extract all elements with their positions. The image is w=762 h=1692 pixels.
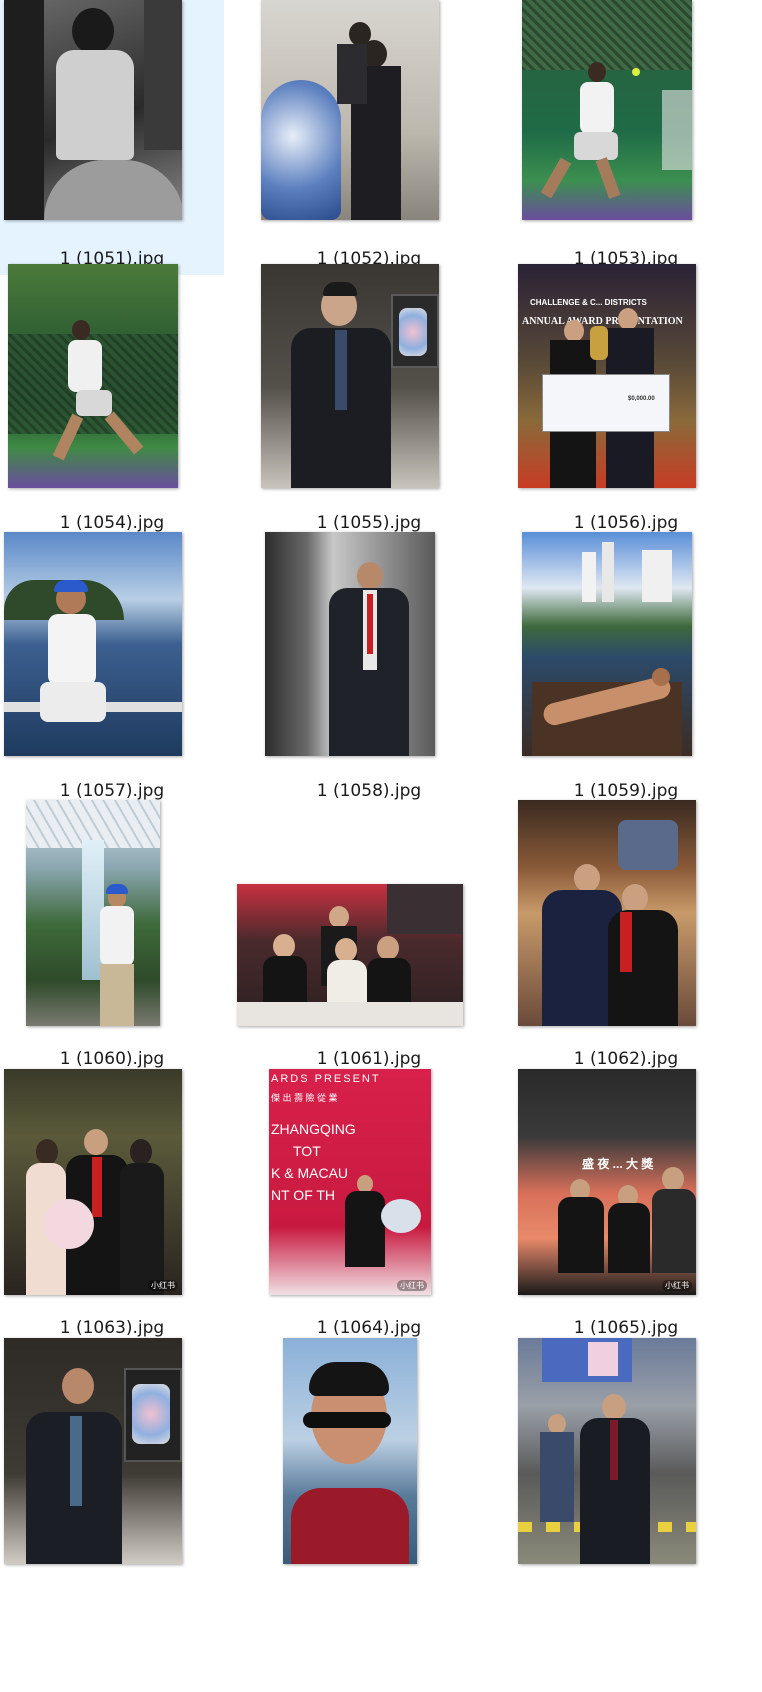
file-name: 1 (1059).jpg (573, 781, 679, 801)
file-tile[interactable]: 1 (1061).jpg (237, 800, 481, 1075)
stage-text: NT OF TH (271, 1187, 336, 1203)
file-name: 1 (1065).jpg (573, 1318, 679, 1338)
file-name: 1 (1056).jpg (573, 513, 679, 533)
file-tile[interactable]: 1 (1059).jpg (514, 532, 738, 807)
thumbnail-image (522, 0, 692, 220)
file-name: 1 (1055).jpg (316, 513, 422, 533)
file-name: 1 (1058).jpg (316, 781, 422, 801)
file-tile[interactable]: 1 (1062).jpg (514, 800, 738, 1075)
file-tile[interactable]: 1 (1058).jpg (257, 532, 481, 807)
file-tile[interactable]: 1 (1055).jpg (257, 264, 481, 539)
thumbnail-image (518, 800, 696, 1026)
stage-text: ARDS PRESENT (271, 1073, 381, 1085)
stage-text: TOT (293, 1143, 321, 1159)
thumbnail-image (4, 1338, 182, 1564)
thumbnail-image (265, 532, 435, 756)
thumbnail-image: 小红书 (4, 1069, 182, 1295)
thumbnail-image (261, 0, 439, 220)
file-name: 1 (1060).jpg (59, 1049, 165, 1069)
file-tile[interactable]: 1 (1051).jpg (0, 0, 224, 275)
file-tile[interactable]: 1 (1052).jpg (257, 0, 481, 275)
thumbnail-image (261, 264, 439, 488)
file-tile[interactable]: 1 (1060).jpg (0, 800, 224, 1075)
thumbnail-image: ARDS PRESENT 傑 出 壽 險 從 業 ZHANGQING TOT K… (269, 1069, 431, 1295)
file-tile[interactable]: 盛 夜 ... 大 獎 小红书 1 (1065).jpg (514, 1069, 738, 1344)
cheque-amount: $0,000.00 (628, 396, 655, 402)
file-name: 1 (1054).jpg (59, 513, 165, 533)
stage-text: 傑 出 壽 險 從 業 (271, 1093, 338, 1103)
file-tile[interactable] (0, 1338, 224, 1613)
thumbnail-image: 盛 夜 ... 大 獎 小红书 (518, 1069, 696, 1295)
watermark: 小红书 (148, 1280, 178, 1291)
thumbnail-image (237, 884, 463, 1026)
file-tile[interactable]: 1 (1057).jpg (0, 532, 224, 807)
watermark: 小红书 (662, 1280, 692, 1291)
stage-text: ZHANGQING (271, 1121, 356, 1137)
file-name: 1 (1063).jpg (59, 1318, 165, 1338)
file-name: 1 (1061).jpg (316, 1049, 422, 1069)
file-tile[interactable]: 1 (1054).jpg (0, 264, 224, 539)
stage-text: K & MACAU (271, 1165, 349, 1181)
file-name: 1 (1062).jpg (573, 1049, 679, 1069)
file-name: 1 (1064).jpg (316, 1318, 422, 1338)
file-tile[interactable] (257, 1338, 481, 1613)
thumbnail-image (518, 1338, 696, 1564)
file-tile[interactable]: 1 (1053).jpg (514, 0, 738, 275)
watermark: 小红书 (397, 1280, 427, 1291)
file-name: 1 (1057).jpg (59, 781, 165, 801)
thumbnail-image (4, 532, 182, 756)
file-tile[interactable] (514, 1338, 738, 1613)
file-tile[interactable]: 小红书 1 (1063).jpg (0, 1069, 224, 1344)
thumbnail-image (522, 532, 692, 756)
thumbnail-image (283, 1338, 417, 1564)
file-tile[interactable]: CHALLENGE & C... DISTRICTS ANNUAL AWARD … (514, 264, 738, 539)
file-thumbnail-grid: 1 (1051).jpg 1 (1052).jpg 1 (1053).jpg 1… (0, 0, 762, 1692)
thumbnail-image (26, 800, 160, 1026)
thumbnail-image (4, 0, 182, 220)
screen-text: 盛 夜 ... 大 獎 (582, 1157, 654, 1171)
file-tile[interactable]: ARDS PRESENT 傑 出 壽 險 從 業 ZHANGQING TOT K… (257, 1069, 481, 1344)
thumbnail-image (8, 264, 178, 488)
thumbnail-image: CHALLENGE & C... DISTRICTS ANNUAL AWARD … (518, 264, 696, 488)
banner-text: CHALLENGE & C... DISTRICTS (530, 298, 647, 307)
